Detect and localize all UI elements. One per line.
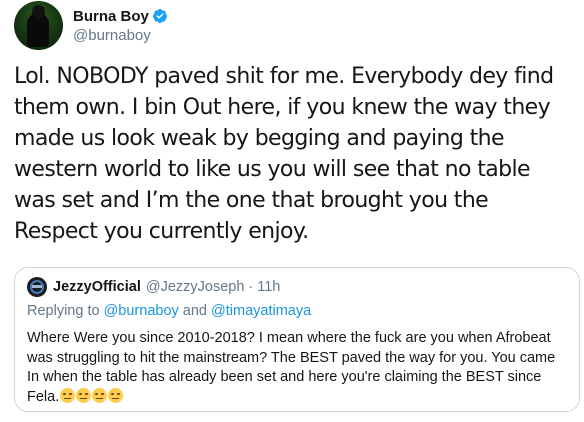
tweet-header: Burna Boy @burnaboy [14, 0, 168, 50]
quoted-header: JezzyOfficial @JezzyJoseph · 11h [27, 277, 567, 297]
author-avatar[interactable] [14, 0, 63, 50]
eye-roll-face-icon [92, 387, 108, 403]
verified-badge-icon [152, 8, 168, 24]
quoted-handle: @JezzyJoseph [145, 279, 245, 295]
mention-link[interactable]: @burnaboy [104, 303, 179, 319]
mention-link[interactable]: @timayatimaya [211, 303, 311, 319]
author-display-name[interactable]: Burna Boy [73, 8, 149, 25]
unamused-face-icon [76, 387, 92, 403]
author-names: Burna Boy @burnaboy [73, 6, 168, 44]
replying-to: Replying to @burnaboy and @timayatimaya [27, 303, 567, 323]
author-handle[interactable]: @burnaboy [73, 27, 168, 44]
quoted-timestamp: 11h [257, 279, 281, 295]
replying-prefix: Replying to [27, 303, 100, 319]
quoted-tweet[interactable]: JezzyOfficial @JezzyJoseph · 11h Replyin… [14, 267, 580, 412]
quoted-body: Where Were you since 2010-2018? I mean w… [27, 329, 567, 407]
replying-joiner: and [182, 303, 207, 319]
quoted-separator: · [248, 279, 254, 295]
eye-roll-face-icon [108, 387, 124, 403]
unamused-face-icon [60, 387, 76, 403]
quoted-avatar [27, 277, 47, 297]
tweet-text: Lol. NOBODY paved shit for me. Everybody… [14, 64, 554, 244]
quoted-display-name: JezzyOfficial [53, 279, 141, 295]
